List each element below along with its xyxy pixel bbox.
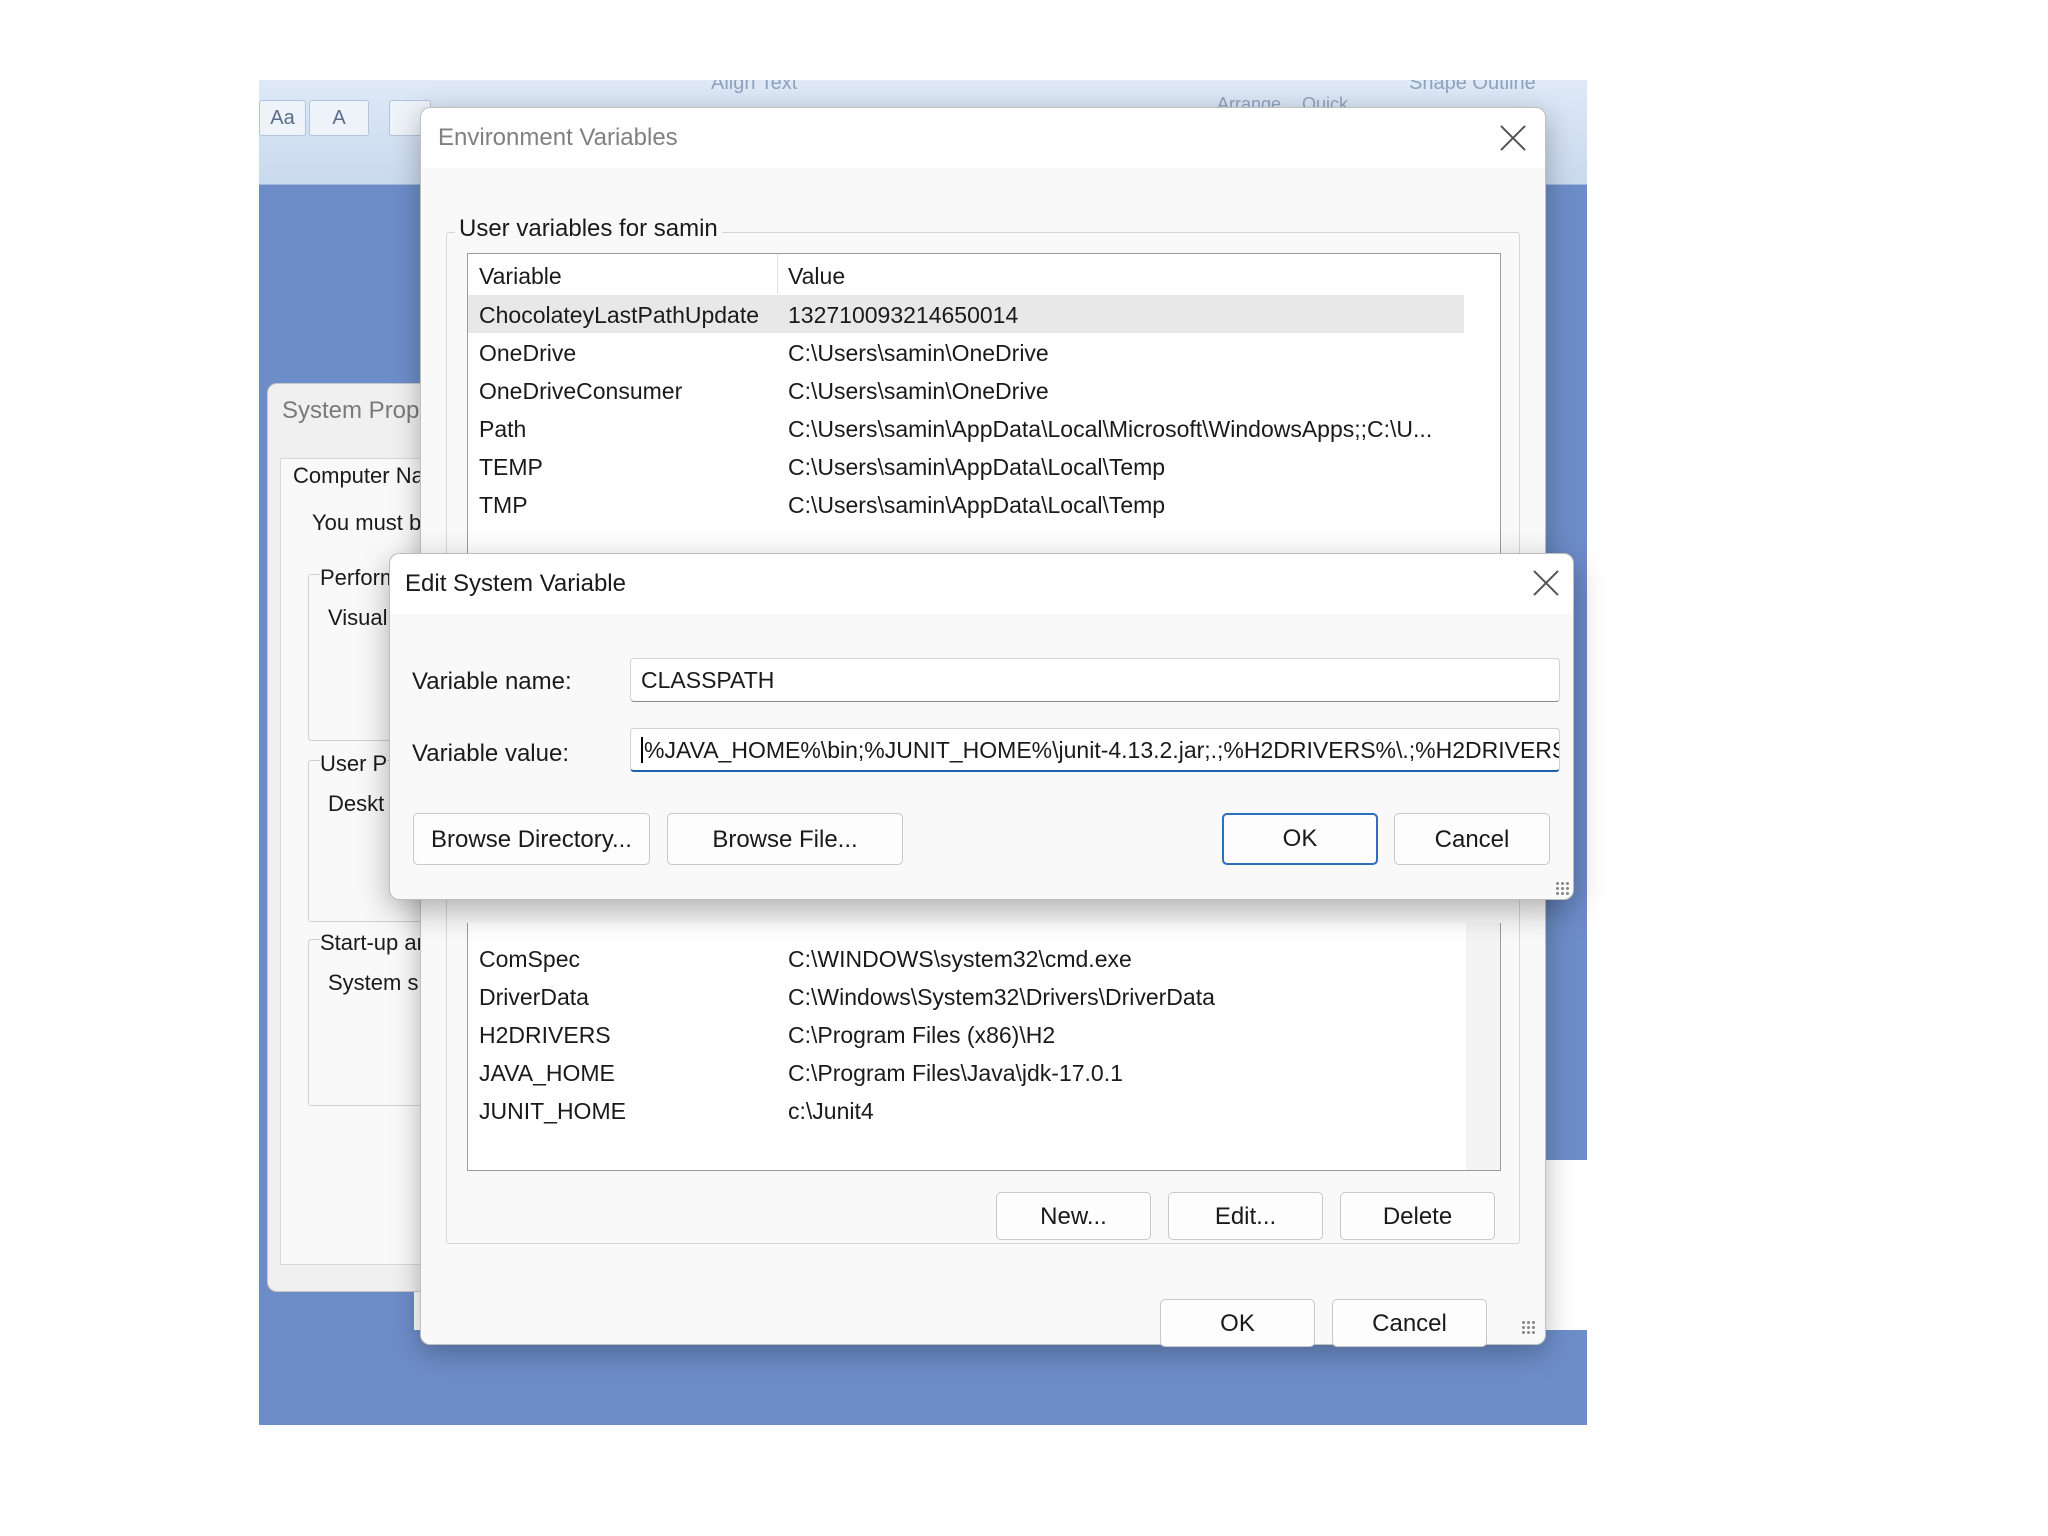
- user-profiles-label: User P: [320, 751, 388, 777]
- variable-value-text: %JAVA_HOME%\bin;%JUNIT_HOME%\junit-4.13.…: [644, 737, 1560, 763]
- list-item[interactable]: H2DRIVERS C:\Program Files (x86)\H2: [468, 1015, 1464, 1053]
- edit-titlebar: Edit System Variable: [390, 554, 1573, 614]
- delete-variable-button[interactable]: Delete: [1340, 1192, 1495, 1240]
- variable-value: c:\Junit4: [788, 1098, 874, 1124]
- env-dialog-title: Environment Variables: [438, 124, 678, 151]
- system-startup-label: System s: [328, 970, 419, 995]
- startup-label: Start-up ar: [320, 930, 424, 956]
- variable-name: TMP: [479, 492, 528, 518]
- list-item[interactable]: JAVA_HOME C:\Program Files\Java\jdk-17.0…: [468, 1053, 1464, 1091]
- column-header-value[interactable]: Value: [788, 263, 845, 290]
- browse-file-button[interactable]: Browse File...: [667, 813, 903, 865]
- edit-system-variable-dialog: Edit System Variable Variable name: CLAS…: [389, 553, 1574, 900]
- close-icon[interactable]: [1533, 570, 1559, 596]
- close-icon[interactable]: [1500, 125, 1526, 151]
- list-item[interactable]: TMP C:\Users\samin\AppData\Local\Temp: [468, 485, 1464, 523]
- edit-variable-button[interactable]: Edit...: [1168, 1192, 1323, 1240]
- list-item[interactable]: ComSpec C:\WINDOWS\system32\cmd.exe: [468, 939, 1464, 977]
- column-header-variable[interactable]: Variable: [479, 263, 562, 290]
- font-color-button[interactable]: A: [309, 100, 369, 136]
- visual-effects-label: Visual: [328, 605, 388, 630]
- edit-ok-button[interactable]: OK: [1222, 813, 1378, 865]
- edit-dialog-title: Edit System Variable: [405, 570, 626, 597]
- scrollbar[interactable]: [1466, 923, 1500, 1170]
- variable-name: ChocolateyLastPathUpdate: [479, 302, 760, 328]
- list-item[interactable]: Path C:\Users\samin\AppData\Local\Micros…: [468, 409, 1464, 447]
- variable-name-field[interactable]: CLASSPATH: [630, 658, 1560, 702]
- list-item[interactable]: OneDriveConsumer C:\Users\samin\OneDrive: [468, 371, 1464, 409]
- variable-value-label: Variable value:: [412, 740, 569, 767]
- tab-computer-name[interactable]: Computer Nar: [293, 463, 431, 489]
- align-text-label[interactable]: Align Text: [711, 80, 797, 95]
- admin-notice: You must b: [312, 510, 422, 535]
- variable-name: TEMP: [479, 454, 543, 480]
- env-titlebar: Environment Variables: [421, 108, 1545, 168]
- variable-value: C:\Users\samin\OneDrive: [788, 378, 1049, 404]
- system-properties-title: System Prope: [282, 397, 433, 424]
- desktop-settings-label: Deskt: [328, 791, 385, 816]
- performance-label: Perform: [320, 565, 399, 591]
- user-variables-label: User variables for samin: [455, 215, 722, 243]
- variable-value: 132710093214650014: [788, 302, 1019, 328]
- variable-value: C:\Users\samin\AppData\Local\Temp: [788, 492, 1166, 518]
- variable-value: C:\Program Files\Java\jdk-17.0.1: [788, 1060, 1123, 1086]
- variable-value: C:\Users\samin\OneDrive: [788, 340, 1049, 366]
- env-ok-button[interactable]: OK: [1160, 1299, 1315, 1347]
- variable-value: C:\WINDOWS\system32\cmd.exe: [788, 946, 1132, 972]
- variable-name: ComSpec: [479, 946, 580, 972]
- variable-name-label: Variable name:: [412, 668, 572, 695]
- variable-name: JUNIT_HOME: [479, 1098, 626, 1124]
- font-size-button[interactable]: Aa: [259, 100, 306, 136]
- variable-value: C:\Windows\System32\Drivers\DriverData: [788, 984, 1215, 1010]
- list-item[interactable]: DriverData C:\Windows\System32\Drivers\D…: [468, 977, 1464, 1015]
- list-header: Variable Value: [468, 254, 1500, 294]
- edit-cancel-button[interactable]: Cancel: [1394, 813, 1550, 865]
- shape-outline-label[interactable]: Shape Outline: [1409, 80, 1536, 95]
- variable-name: H2DRIVERS: [479, 1022, 611, 1048]
- variable-value: C:\Users\samin\AppData\Local\Microsoft\W…: [788, 416, 1433, 442]
- list-item[interactable]: JUNIT_HOME c:\Junit4: [468, 1091, 1464, 1129]
- variable-name: JAVA_HOME: [479, 1060, 615, 1086]
- new-variable-button[interactable]: New...: [996, 1192, 1151, 1240]
- variable-name: OneDriveConsumer: [479, 378, 683, 404]
- variable-value: C:\Users\samin\AppData\Local\Temp: [788, 454, 1166, 480]
- list-item[interactable]: TEMP C:\Users\samin\AppData\Local\Temp: [468, 447, 1464, 485]
- text-caret: [641, 737, 643, 763]
- variable-name: DriverData: [479, 984, 589, 1010]
- list-item[interactable]: OneDrive C:\Users\samin\OneDrive: [468, 333, 1464, 371]
- variable-value: C:\Program Files (x86)\H2: [788, 1022, 1056, 1048]
- user-variables-list[interactable]: Variable Value ChocolateyLastPathUpdate …: [467, 253, 1501, 565]
- variable-name: OneDrive: [479, 340, 577, 366]
- browse-directory-button[interactable]: Browse Directory...: [413, 813, 650, 865]
- edit-body: Variable name: CLASSPATH Variable value:…: [390, 614, 1573, 899]
- variable-value-field[interactable]: %JAVA_HOME%\bin;%JUNIT_HOME%\junit-4.13.…: [630, 728, 1560, 772]
- env-cancel-button[interactable]: Cancel: [1332, 1299, 1487, 1347]
- list-item[interactable]: ChocolateyLastPathUpdate 132710093214650…: [468, 295, 1464, 333]
- variable-name: Path: [479, 416, 527, 442]
- system-variables-list[interactable]: ComSpec C:\WINDOWS\system32\cmd.exe Driv…: [467, 923, 1501, 1171]
- resize-grip-icon[interactable]: [1521, 1320, 1537, 1336]
- resize-grip-icon[interactable]: [1555, 881, 1571, 897]
